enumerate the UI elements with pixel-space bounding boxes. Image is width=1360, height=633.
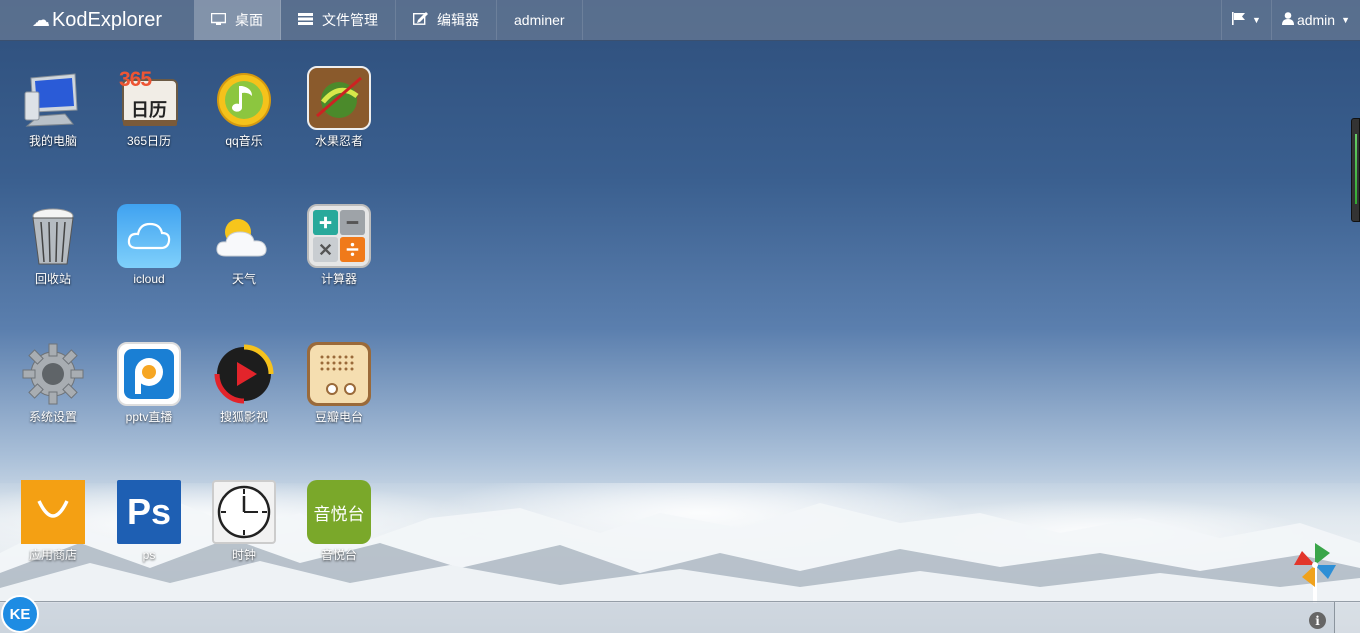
desktop-icon [210, 12, 227, 28]
music-icon [212, 66, 276, 130]
app-label: 天气 [231, 272, 256, 286]
app-label: ps [142, 548, 156, 562]
nav-file-manager[interactable]: 文件管理 [281, 0, 396, 40]
app-label: 应用商店 [28, 548, 77, 562]
pinwheel-icon[interactable] [1294, 543, 1336, 603]
pptv-icon [117, 342, 181, 406]
start-button[interactable]: KE [1, 595, 39, 633]
computer-icon [21, 66, 85, 130]
top-navbar: ☁ KodExplorer 桌面 文件管理 编辑器 adminer ▼ admi… [0, 0, 1360, 41]
calendar-badge: 365 [119, 68, 152, 91]
app-label: 回收站 [34, 272, 71, 286]
app-store[interactable]: 应用商店 [6, 480, 100, 563]
app-label: 音悦台 [320, 548, 357, 562]
photoshop-icon: Ps [117, 480, 181, 544]
cloud-icon [117, 204, 181, 268]
fruit-ninja-icon [307, 66, 371, 130]
app-clock[interactable]: 时钟 [197, 480, 291, 563]
nav-file-manager-label: 文件管理 [322, 12, 378, 28]
info-icon[interactable]: i [1309, 612, 1326, 629]
nav-desktop-label: 桌面 [235, 12, 263, 28]
brand-logo[interactable]: ☁ KodExplorer [0, 0, 194, 40]
nav-adminer-label: adminer [514, 12, 565, 28]
app-label: 系统设置 [28, 410, 77, 424]
app-yinyuetai[interactable]: 音悦台 音悦台 [292, 480, 386, 563]
app-label: 计算器 [320, 272, 357, 286]
app-recycle-bin[interactable]: 回收站 [6, 204, 100, 287]
trash-icon [21, 204, 85, 268]
chevron-down-icon: ▼ [1341, 15, 1350, 25]
weather-icon [212, 204, 276, 268]
app-label: 时钟 [231, 548, 256, 562]
calendar-sub: 日历 [131, 100, 167, 120]
nav-editor-label: 编辑器 [437, 12, 479, 28]
app-label: qq音乐 [225, 134, 263, 148]
yinyuetai-logo-text: 音悦台 [313, 504, 365, 525]
app-label: 365日历 [126, 134, 172, 148]
app-icloud[interactable]: icloud [102, 204, 196, 287]
app-douban-radio[interactable]: 豆瓣电台 [292, 342, 386, 425]
clock-icon [212, 480, 276, 544]
app-sohu-video[interactable]: 搜狐影视 [197, 342, 291, 425]
user-icon [1281, 12, 1294, 28]
app-photoshop[interactable]: Ps ps [102, 480, 196, 563]
app-my-computer[interactable]: 我的电脑 [6, 66, 100, 149]
app-weather[interactable]: 天气 [197, 204, 291, 287]
edit-icon [412, 12, 428, 28]
nav-adminer[interactable]: adminer [497, 0, 583, 40]
list-icon [298, 12, 313, 28]
calculator-icon [307, 204, 371, 268]
app-label: 搜狐影视 [219, 410, 268, 424]
app-pptv[interactable]: pptv直播 [102, 342, 196, 425]
app-label: pptv直播 [125, 410, 173, 424]
app-fruit-ninja[interactable]: 水果忍者 [292, 66, 386, 149]
user-name: admin [1296, 12, 1336, 28]
cloud-logo-icon: ☁ [31, 9, 50, 30]
taskbar: i [0, 601, 1360, 633]
user-menu[interactable]: admin ▼ [1270, 0, 1360, 40]
app-label: 豆瓣电台 [314, 410, 363, 424]
radio-icon [307, 342, 371, 406]
language-menu[interactable]: ▼ [1221, 0, 1271, 40]
app-365-calendar[interactable]: 365 日历 365日历 [102, 66, 196, 149]
show-desktop-button[interactable] [1334, 602, 1360, 633]
photoshop-logo-text: Ps [126, 491, 172, 532]
app-calculator[interactable]: 计算器 [292, 204, 386, 287]
store-icon [21, 480, 85, 544]
app-qq-music[interactable]: qq音乐 [197, 66, 291, 149]
flag-icon [1232, 12, 1246, 28]
app-label: icloud [133, 272, 165, 286]
nav-desktop[interactable]: 桌面 [194, 0, 281, 40]
nav-editor[interactable]: 编辑器 [396, 0, 497, 40]
side-panel-handle[interactable] [1351, 118, 1360, 222]
app-system-settings[interactable]: 系统设置 [6, 342, 100, 425]
app-label: 我的电脑 [28, 134, 77, 148]
gear-icon [21, 342, 85, 406]
yinyuetai-icon: 音悦台 [307, 480, 371, 544]
brand-name: KodExplorer [51, 8, 163, 31]
app-label: 水果忍者 [314, 134, 363, 148]
video-icon [212, 342, 276, 406]
calendar-icon: 365 日历 [117, 66, 181, 130]
chevron-down-icon: ▼ [1252, 15, 1261, 25]
